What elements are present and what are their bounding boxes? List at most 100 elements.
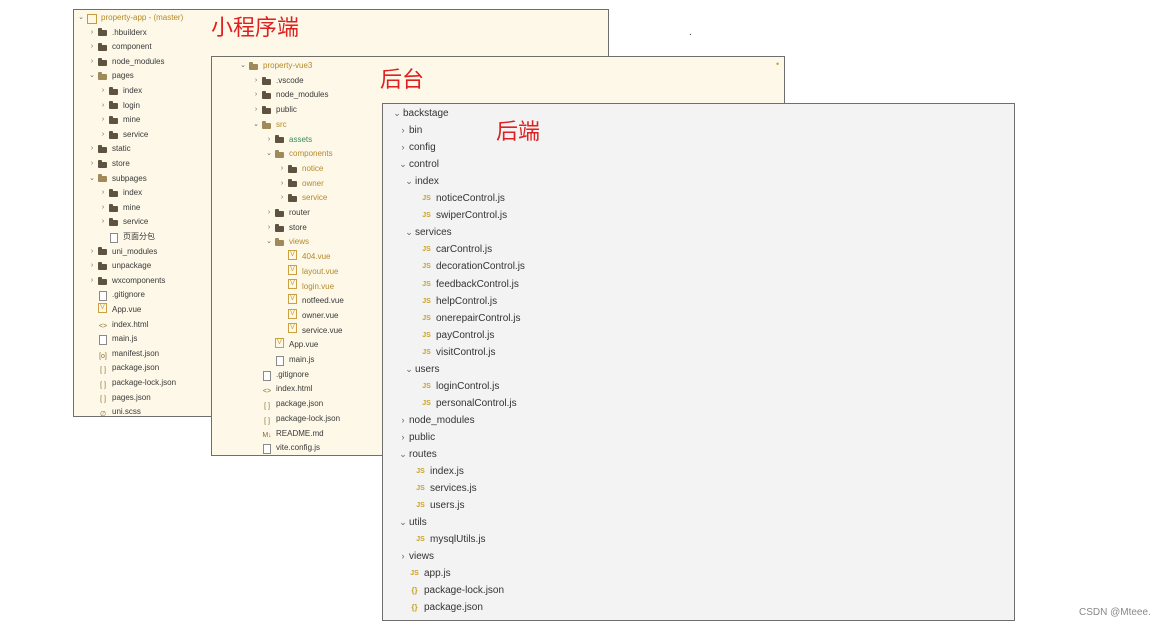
tree-item[interactable]: ⌄ index <box>383 173 1014 190</box>
chevron-right-icon[interactable]: › <box>98 99 108 114</box>
tree-item-label: property-vue3 <box>263 61 313 70</box>
chevron-right-icon[interactable]: › <box>87 26 97 41</box>
chevron-right-icon[interactable]: › <box>397 429 409 446</box>
tree-item[interactable]: › .hbuilderx <box>74 26 608 41</box>
tree-item[interactable]: › component <box>74 40 608 55</box>
tree-item[interactable]: JS index.js <box>383 463 1014 480</box>
tree-item[interactable]: › node_modules <box>212 88 784 103</box>
chevron-right-icon[interactable]: › <box>397 139 409 156</box>
chevron-right-icon[interactable]: › <box>277 177 287 192</box>
tree-item[interactable]: JS users.js <box>383 497 1014 514</box>
folder-open-icon <box>274 238 286 247</box>
chevron-right-icon[interactable]: › <box>264 221 274 236</box>
tree-item[interactable]: ⌄ utils <box>383 514 1014 531</box>
chevron-down-icon[interactable]: ⌄ <box>397 156 409 173</box>
file-type-icon: M↓ <box>262 432 272 440</box>
chevron-right-icon[interactable]: › <box>87 157 97 172</box>
tree-item[interactable]: JS app.js <box>383 565 1014 582</box>
chevron-right-icon[interactable]: › <box>98 186 108 201</box>
tree-item[interactable]: › config <box>383 139 1014 156</box>
tree-item[interactable]: JS services.js <box>383 480 1014 497</box>
tree-item[interactable]: JS loginControl.js <box>383 378 1014 395</box>
tree-item-label: index <box>123 86 143 95</box>
chevron-right-icon[interactable]: › <box>264 206 274 221</box>
json-file-icon: {} <box>411 586 418 596</box>
chevron-down-icon[interactable]: ⌄ <box>397 446 409 463</box>
chevron-down-icon[interactable]: ⌄ <box>87 69 97 84</box>
tree-item[interactable]: ⌄ control <box>383 156 1014 173</box>
tree-item[interactable]: › public <box>383 429 1014 446</box>
tree-item[interactable]: › views <box>383 548 1014 565</box>
chevron-right-icon[interactable]: › <box>98 201 108 216</box>
tree-item[interactable]: {} package-lock.json <box>383 582 1014 599</box>
chevron-down-icon[interactable]: ⌄ <box>403 173 415 190</box>
chevron-right-icon[interactable]: › <box>87 245 97 260</box>
chevron-down-icon[interactable]: ⌄ <box>403 224 415 241</box>
chevron-down-icon[interactable]: ⌄ <box>76 11 86 26</box>
tree-item[interactable]: ⌄ property-vue3 <box>212 59 784 74</box>
chevron-right-icon[interactable]: › <box>397 548 409 565</box>
chevron-right-icon[interactable]: › <box>98 128 108 143</box>
chevron-right-icon[interactable]: › <box>264 133 274 148</box>
tree-item-label: package-lock.json <box>424 585 505 597</box>
tree-item[interactable]: JS decorationControl.js <box>383 258 1014 275</box>
tree-item-label: assets <box>289 134 313 144</box>
chevron-right-icon[interactable]: › <box>87 142 97 157</box>
tree-item[interactable]: JS carControl.js <box>383 241 1014 258</box>
chevron-down-icon[interactable]: ⌄ <box>264 147 274 162</box>
chevron-right-icon[interactable]: › <box>277 162 287 177</box>
tree-item[interactable]: {} package.json <box>383 599 1014 616</box>
tree-item[interactable]: JS noticeControl.js <box>383 190 1014 207</box>
chevron-right-icon[interactable]: › <box>251 74 261 89</box>
js-file-icon: JS <box>416 502 425 510</box>
tree-item[interactable]: › bin <box>383 122 1014 139</box>
chevron-right-icon[interactable]: › <box>251 88 261 103</box>
chevron-down-icon[interactable]: ⌄ <box>264 235 274 250</box>
tree-item[interactable]: ⌄ users <box>383 361 1014 378</box>
folder-open-icon <box>274 150 286 159</box>
backend-explorer-panel: ⌄ backstage › bin › config ⌄ control ⌄ index JS not… <box>382 103 1015 621</box>
folder-icon <box>97 57 109 67</box>
tree-item-label: .hbuilderx <box>112 27 147 37</box>
chevron-right-icon[interactable]: › <box>87 55 97 70</box>
tree-item[interactable]: JS onerepairControl.js <box>383 310 1014 327</box>
chevron-down-icon[interactable]: ⌄ <box>403 361 415 378</box>
tree-item[interactable]: JS payControl.js <box>383 327 1014 344</box>
tree-item[interactable]: › .vscode <box>212 74 784 89</box>
chevron-down-icon[interactable]: ⌄ <box>251 118 261 133</box>
tree-item[interactable]: ⌄ services <box>383 224 1014 241</box>
chevron-down-icon[interactable]: ⌄ <box>397 514 409 531</box>
chevron-right-icon[interactable]: › <box>397 122 409 139</box>
chevron-right-icon[interactable]: › <box>87 274 97 289</box>
tree-item-label: index.html <box>112 319 149 329</box>
tree-item[interactable]: JS swiperControl.js <box>383 207 1014 224</box>
tree-item-label: carControl.js <box>436 244 493 256</box>
file-icon <box>97 291 109 302</box>
tree-item[interactable]: › node_modules <box>383 412 1014 429</box>
tree-item[interactable]: JS mysqlUtils.js <box>383 531 1014 548</box>
tree-item[interactable]: JS personalControl.js <box>383 395 1014 412</box>
chevron-right-icon[interactable]: › <box>251 103 261 118</box>
chevron-right-icon[interactable]: › <box>87 259 97 274</box>
chevron-right-icon[interactable]: › <box>277 191 287 206</box>
tree-item[interactable]: JS feedbackControl.js <box>383 276 1014 293</box>
file-icon <box>274 355 286 366</box>
tree-item[interactable]: JS helpControl.js <box>383 293 1014 310</box>
chevron-right-icon[interactable]: › <box>98 84 108 99</box>
file-type-icon: [o] <box>99 352 107 360</box>
folder-icon <box>261 76 273 86</box>
vue-file-icon <box>97 302 109 315</box>
tree-item[interactable]: ⌄ property-app - (master) <box>74 11 608 26</box>
chevron-down-icon[interactable]: ⌄ <box>87 172 97 187</box>
chevron-right-icon[interactable]: › <box>98 215 108 230</box>
chevron-down-icon[interactable]: ⌄ <box>238 59 248 74</box>
chevron-down-icon[interactable]: ⌄ <box>391 105 403 122</box>
chevron-right-icon[interactable]: › <box>98 113 108 128</box>
backend-title: 后端 <box>496 120 541 145</box>
chevron-right-icon[interactable]: › <box>397 412 409 429</box>
tree-item[interactable]: ⌄ routes <box>383 446 1014 463</box>
tree-item[interactable]: JS visitControl.js <box>383 344 1014 361</box>
tree-item-label: property-app - (master) <box>101 13 184 22</box>
chevron-right-icon[interactable]: › <box>87 40 97 55</box>
tree-item[interactable]: ⌄ backstage <box>383 105 1014 122</box>
